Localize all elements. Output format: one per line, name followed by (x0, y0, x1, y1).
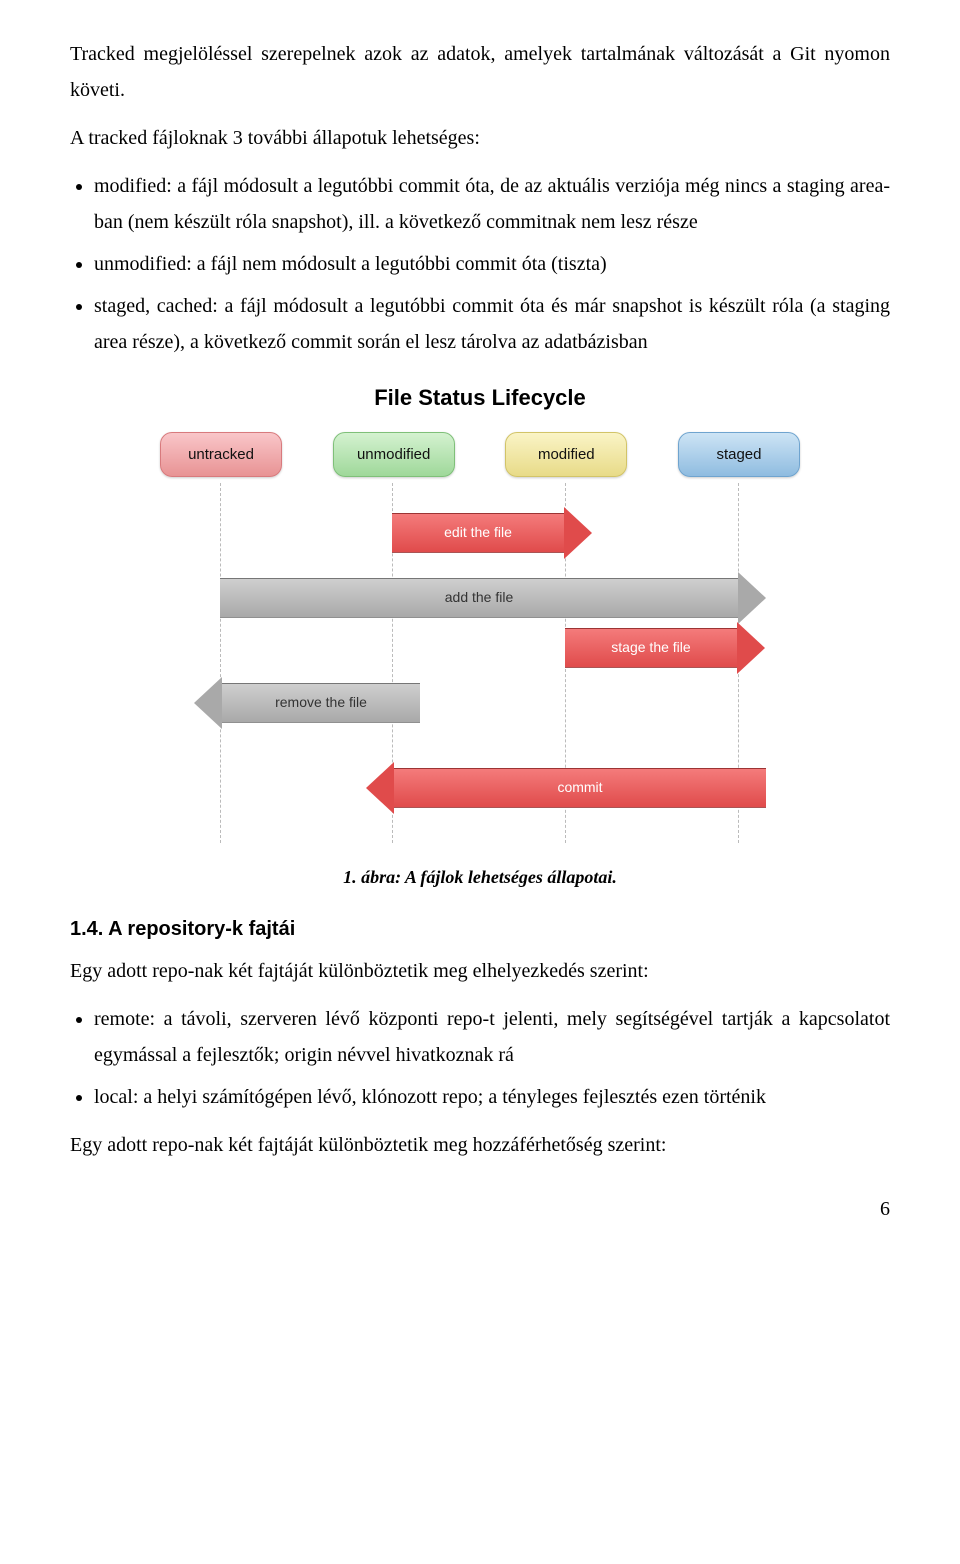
arrow-commit: commit (366, 768, 766, 808)
arrow-add-file: add the file (220, 578, 766, 618)
arrow-label: edit the file (392, 513, 564, 553)
arrow-label: remove the file (222, 683, 420, 723)
diagram-title: File Status Lifecycle (160, 378, 800, 418)
arrow-label: commit (394, 768, 766, 808)
heading-1-4: 1.4. A repository-k fajtái (70, 911, 890, 947)
list-item: local: a helyi számítógépen lévő, klónoz… (94, 1079, 890, 1115)
file-status-lifecycle-diagram: File Status Lifecycle untracked unmodifi… (160, 378, 800, 843)
figure-caption: 1. ábra: A fájlok lehetséges állapotai. (70, 861, 890, 893)
paragraph-repo-intro: Egy adott repo-nak két fajtáját különböz… (70, 953, 890, 989)
page-number: 6 (70, 1191, 890, 1227)
repo-types-list: remote: a távoli, szerveren lévő központ… (94, 1001, 890, 1115)
state-untracked: untracked (160, 432, 282, 477)
paragraph-intro2: A tracked fájloknak 3 további állapotuk … (70, 120, 890, 156)
arrow-head-right-icon (564, 507, 592, 559)
arrow-head-left-icon (194, 677, 222, 729)
track-line (220, 483, 221, 843)
list-item: remote: a távoli, szerveren lévő központ… (94, 1001, 890, 1073)
paragraph-repo-access: Egy adott repo-nak két fajtáját különböz… (70, 1127, 890, 1163)
paragraph-intro1: Tracked megjelöléssel szerepelnek azok a… (70, 36, 890, 108)
arrow-head-right-icon (738, 572, 766, 624)
arrow-label: add the file (220, 578, 738, 618)
arrow-label: stage the file (565, 628, 737, 668)
arrow-edit-file: edit the file (392, 513, 592, 553)
arrow-head-left-icon (366, 762, 394, 814)
state-modified: modified (505, 432, 627, 477)
arrow-stage-file: stage the file (565, 628, 765, 668)
list-item: staged, cached: a fájl módosult a legutó… (94, 288, 890, 360)
tracked-states-list: modified: a fájl módosult a legutóbbi co… (94, 168, 890, 360)
state-unmodified: unmodified (333, 432, 455, 477)
arrow-head-right-icon (737, 622, 765, 674)
arrow-remove-file: remove the file (194, 683, 420, 723)
state-staged: staged (678, 432, 800, 477)
list-item: modified: a fájl módosult a legutóbbi co… (94, 168, 890, 240)
list-item: unmodified: a fájl nem módosult a legutó… (94, 246, 890, 282)
